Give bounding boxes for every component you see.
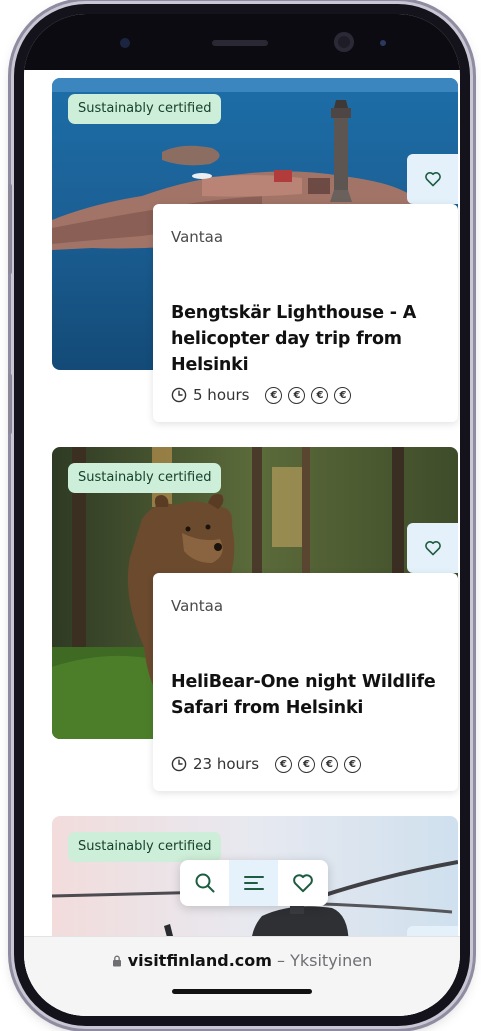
proximity-sensor-icon: [380, 40, 386, 46]
lock-icon: [112, 955, 121, 967]
page-content[interactable]: Sustainably certified Vantaa Bengtskär L…: [24, 70, 460, 1016]
sensor-icon: [120, 38, 130, 48]
euro-icon: €: [321, 755, 339, 773]
price-level: € € € €: [265, 386, 352, 404]
location-label: Vantaa: [171, 597, 224, 615]
euro-icon: €: [275, 755, 293, 773]
address-separator: –: [277, 951, 286, 970]
address-text[interactable]: visitfinland.com – Yksityinen: [24, 951, 460, 970]
card-meta: 23 hours € € € €: [171, 755, 362, 773]
address-domain: visitfinland.com: [127, 951, 272, 970]
phone-screen: Sustainably certified Vantaa Bengtskär L…: [24, 14, 460, 1016]
euro-icon: €: [298, 755, 316, 773]
price-level: € € € €: [275, 755, 362, 773]
speaker-grille: [212, 40, 268, 46]
euro-icon: €: [288, 386, 306, 404]
menu-icon: [243, 876, 264, 890]
card-info-panel[interactable]: Vantaa HeliBear-One night Wildlife Safar…: [153, 573, 458, 791]
search-icon: [195, 873, 214, 893]
sustainably-certified-badge: Sustainably certified: [68, 94, 222, 124]
location-label: Vantaa: [171, 228, 224, 246]
card-title[interactable]: Bengtskär Lighthouse - A helicopter day …: [171, 300, 441, 378]
clock-icon: [171, 387, 187, 403]
private-mode-label: Yksityinen: [290, 951, 373, 970]
card-info-panel[interactable]: Vantaa Bengtskär Lighthouse - A helicopt…: [153, 204, 458, 422]
favorite-button[interactable]: [407, 154, 458, 204]
volume-button: [8, 184, 12, 274]
heart-icon: [292, 874, 313, 893]
status-bar: [24, 14, 460, 70]
card-meta: 5 hours € € € €: [171, 386, 352, 404]
duration-label: 23 hours: [193, 755, 260, 773]
search-button[interactable]: [180, 860, 229, 906]
sustainably-certified-badge: Sustainably certified: [68, 463, 222, 493]
browser-address-bar[interactable]: visitfinland.com – Yksityinen: [24, 936, 460, 1016]
duration-label: 5 hours: [193, 386, 250, 404]
experience-card[interactable]: Sustainably certified Vantaa HeliBear-On…: [52, 447, 458, 791]
floating-toolbar: [180, 860, 328, 906]
euro-icon: €: [265, 386, 283, 404]
home-indicator[interactable]: [172, 989, 312, 994]
menu-button[interactable]: [229, 860, 278, 906]
euro-icon: €: [311, 386, 329, 404]
favorite-button[interactable]: [407, 523, 458, 573]
favorites-button[interactable]: [278, 860, 327, 906]
heart-icon: [424, 541, 441, 556]
experience-card[interactable]: Sustainably certified Vantaa Bengtskär L…: [52, 78, 458, 422]
clock-icon: [171, 756, 187, 772]
euro-icon: €: [344, 755, 362, 773]
euro-icon: €: [334, 386, 352, 404]
bixby-button: [8, 374, 12, 434]
front-camera-icon: [334, 32, 354, 52]
heart-icon: [424, 172, 441, 187]
phone-frame: Sustainably certified Vantaa Bengtskär L…: [8, 4, 470, 1026]
card-title[interactable]: HeliBear-One night Wildlife Safari from …: [171, 669, 441, 721]
sustainably-certified-badge: Sustainably certified: [68, 832, 222, 862]
